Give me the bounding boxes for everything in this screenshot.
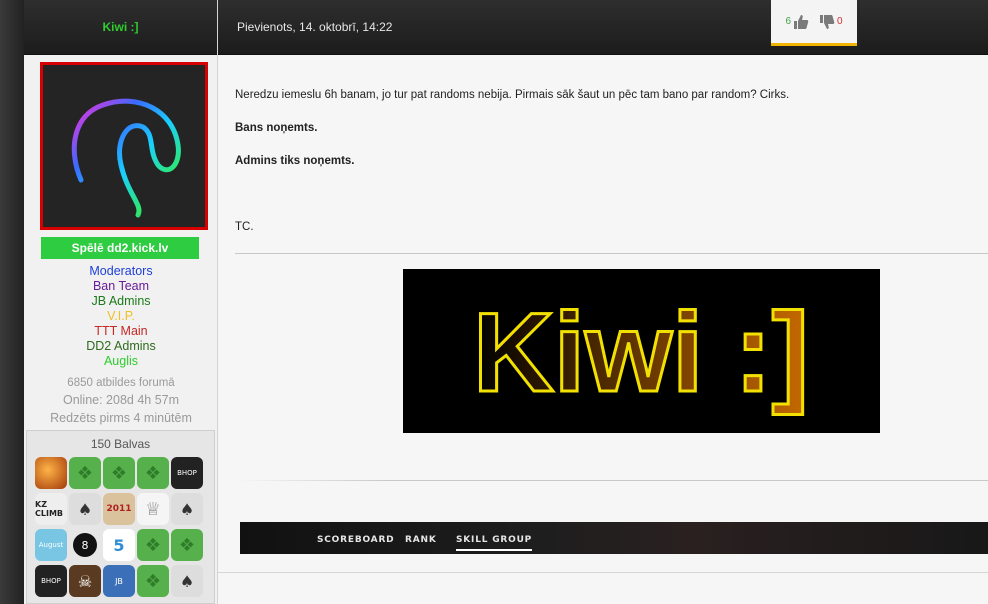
awards-grid: ❖ ❖ ❖ BHOP KZ CLIMB ♠ 2011 ♕ ♠ August 8 5 ❖ ❖ BHOP ☠ JB ❖… — [35, 457, 214, 597]
user-header: Kiwi :] — [24, 0, 217, 55]
left-edge-strip — [0, 0, 24, 604]
tab-rank[interactable]: RANK — [405, 535, 437, 545]
post-text-line: Neredzu iemeslu 6h banam, jo tur pat ran… — [235, 89, 790, 101]
kiwi-logo: Kiwi :] — [472, 289, 811, 417]
award-puzzle-icon[interactable]: ❖ — [103, 457, 135, 489]
dislike-count: 0 — [837, 16, 843, 27]
award-year-icon[interactable]: 2011 — [103, 493, 135, 525]
post-text-bold: Admins tiks noņemts. — [235, 155, 355, 167]
post-text-bold: Bans noņemts. — [235, 122, 318, 134]
award-puzzle-icon[interactable]: ❖ — [137, 457, 169, 489]
tab-skill-group[interactable]: SKILL GROUP — [456, 535, 533, 551]
award-bhop-icon[interactable]: BHOP — [171, 457, 203, 489]
post-header: Pievienots, 14. oktobrī, 14:22 6 0 — [218, 0, 988, 55]
award-cards-icon[interactable]: ♠ — [171, 565, 203, 597]
award-kz-icon[interactable]: KZ CLIMB — [35, 493, 67, 525]
user-groups: Moderators Ban Team JB Admins V.I.P. TTT… — [24, 264, 218, 369]
forum-post-frame: Kiwi :] Spēlē dd2.kick.lv Moderators Ban… — [0, 0, 988, 604]
avatar-image — [71, 98, 181, 218]
stats-banner: SCOREBOARD RANK SKILL GROUP — [240, 522, 988, 554]
signature-divider — [235, 253, 988, 254]
post-bottom-divider — [218, 572, 988, 573]
award-puzzle-icon[interactable]: ❖ — [137, 565, 169, 597]
award-bhop-icon[interactable]: BHOP — [35, 565, 67, 597]
user-profile-column: Kiwi :] Spēlē dd2.kick.lv Moderators Ban… — [24, 0, 218, 604]
award-puzzle-icon[interactable]: ❖ — [137, 529, 169, 561]
signature-image: Kiwi :] — [403, 269, 880, 433]
username-link[interactable]: Kiwi :] — [103, 20, 139, 34]
thumbs-down-icon — [820, 14, 835, 29]
award-cards-icon[interactable]: ♠ — [69, 493, 101, 525]
group-ttt-main[interactable]: TTT Main — [24, 324, 218, 339]
tab-scoreboard[interactable]: SCOREBOARD — [317, 535, 394, 545]
post-date: Pievienots, 14. oktobrī, 14:22 — [237, 20, 393, 34]
online-time: Online: 208d 4h 57m — [62, 393, 180, 407]
signature-text: Kiwi :] — [473, 290, 809, 415]
thumbs-up-icon — [794, 14, 809, 29]
user-stats: 6850 atbildes forumā Online: 208d 4h 57m… — [24, 375, 218, 427]
award-cards-icon[interactable]: ♠ — [171, 493, 203, 525]
avatar[interactable] — [40, 62, 208, 230]
dislike-button[interactable]: 0 — [819, 14, 843, 30]
banner-divider — [238, 480, 988, 481]
award-jb-icon[interactable]: JB — [103, 565, 135, 597]
award-puzzle-icon[interactable]: ❖ — [69, 457, 101, 489]
post-body: Neredzu iemeslu 6h banam, jo tur pat ran… — [235, 88, 975, 233]
award-puzzle-icon[interactable]: ❖ — [171, 529, 203, 561]
last-seen: Redzēts pirms 4 minūtēm — [50, 411, 192, 425]
awards-panel: 150 Balvas ❖ ❖ ❖ BHOP KZ CLIMB ♠ 2011 ♕ ♠ August 8… — [26, 430, 215, 604]
award-trophy-icon[interactable]: ♕ — [137, 493, 169, 525]
award-eight-icon[interactable]: 8 — [69, 529, 101, 561]
award-august-icon[interactable]: August — [35, 529, 67, 561]
post-rating: 6 0 — [771, 0, 857, 46]
like-button[interactable]: 6 — [785, 14, 809, 30]
group-ban-team[interactable]: Ban Team — [24, 279, 218, 294]
award-five-icon[interactable]: 5 — [103, 529, 135, 561]
group-auglis[interactable]: Auglis — [24, 354, 218, 369]
awards-title: 150 Balvas — [90, 437, 151, 451]
post-text-signoff: TC. — [235, 221, 254, 233]
group-vip[interactable]: V.I.P. — [24, 309, 218, 324]
like-count: 6 — [785, 16, 791, 27]
group-jb-admins[interactable]: JB Admins — [24, 294, 218, 309]
post-count: 6850 atbildes forumā — [67, 377, 175, 389]
post-container: Pievienots, 14. oktobrī, 14:22 6 0 Nered… — [218, 0, 988, 604]
award-pirate-icon[interactable]: ☠ — [69, 565, 101, 597]
playing-status[interactable]: Spēlē dd2.kick.lv — [41, 237, 199, 259]
group-moderators[interactable]: Moderators — [24, 264, 218, 279]
award-fire-icon[interactable] — [35, 457, 67, 489]
group-dd2-admins[interactable]: DD2 Admins — [24, 339, 218, 354]
